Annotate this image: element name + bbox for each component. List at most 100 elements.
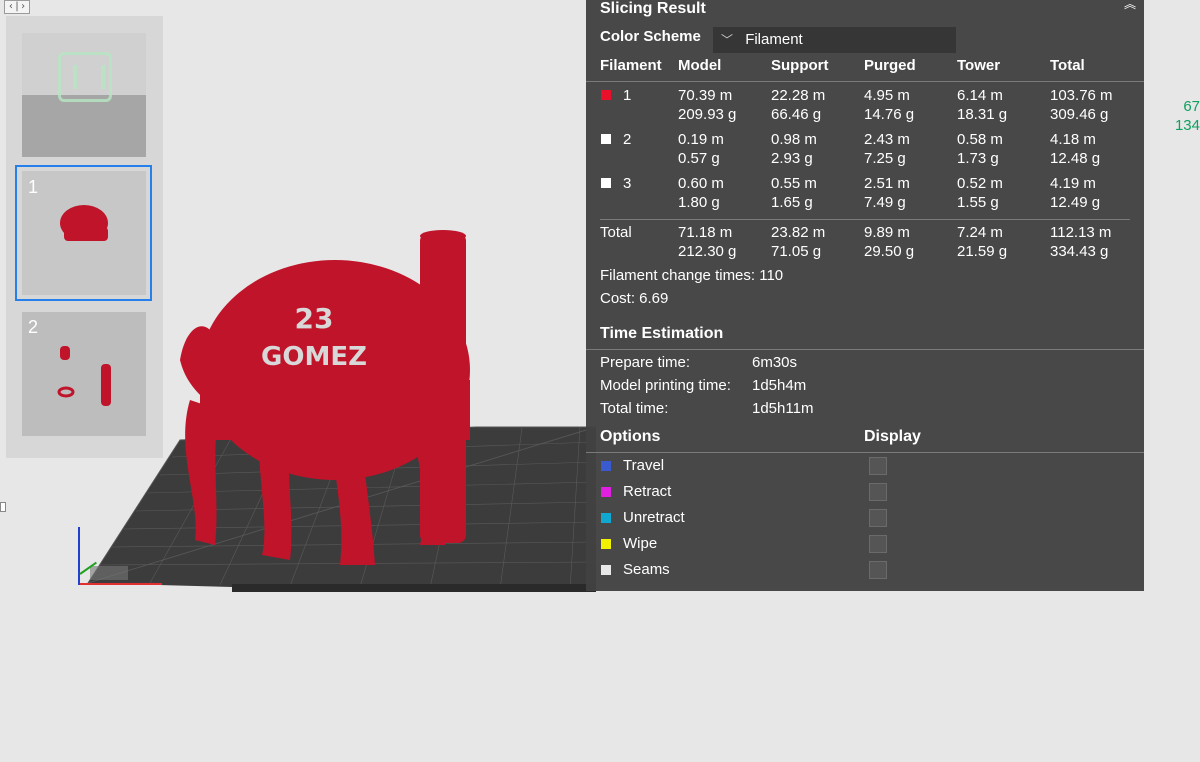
slicing-result-panel: Slicing Result Color Scheme ﹀ Filament F…: [586, 0, 1144, 591]
cell: 9.89 m: [864, 224, 910, 241]
table-header: Filament Model Support Purged Tower Tota…: [586, 57, 1144, 82]
helmet-thumbnail-icon: [60, 205, 108, 241]
model-name-text: GOMEZ: [261, 342, 367, 372]
cell: 0.57 g: [678, 150, 720, 167]
filament-change-times: Filament change times: 110: [600, 267, 784, 284]
cell: 0.52 m: [957, 175, 1003, 192]
option-color-swatch: [601, 487, 611, 497]
cell: 71.18 m: [678, 224, 733, 241]
cell: 1.65 g: [771, 194, 813, 211]
cell: 70.39 m: [678, 87, 733, 104]
display-seams-checkbox[interactable]: [869, 561, 887, 579]
prepare-time-value: 6m30s: [752, 354, 798, 371]
option-color-swatch: [601, 513, 611, 523]
cell: 71.05 g: [771, 243, 822, 260]
section-divider: [586, 349, 1144, 350]
column-header: Purged: [864, 57, 916, 74]
plate-thumbnail-empty[interactable]: [22, 33, 146, 157]
cell: 23.82 m: [771, 224, 826, 241]
option-label: Retract: [623, 483, 672, 500]
cell: 0.19 m: [678, 131, 724, 148]
cell: 18.31 g: [957, 106, 1008, 123]
cell: 4.95 m: [864, 87, 910, 104]
color-scheme-label: Color Scheme: [600, 28, 701, 45]
display-travel-checkbox[interactable]: [869, 457, 887, 475]
option-color-swatch: [601, 565, 611, 575]
model-print-time-value: 1d5h4m: [752, 377, 807, 394]
parts-thumbnail-icon: [57, 346, 111, 406]
cell: 7.24 m: [957, 224, 1003, 241]
right-edge-value: 67: [1183, 98, 1200, 115]
column-header: Tower: [957, 57, 1001, 74]
time-estimation-title: Time Estimation: [600, 325, 724, 342]
table-divider: [600, 219, 1130, 220]
option-color-swatch: [601, 461, 611, 471]
cell: 7.49 g: [864, 194, 906, 211]
filament-id: 3: [623, 175, 632, 192]
display-wipe-checkbox[interactable]: [869, 535, 887, 553]
cell: 7.25 g: [864, 150, 906, 167]
cell: 0.98 m: [771, 131, 817, 148]
cell: 12.48 g: [1050, 150, 1101, 167]
total-row: Total 71.18 m 212.30 g 23.82 m 71.05 g 9.8…: [586, 223, 1144, 263]
cell: 0.58 m: [957, 131, 1003, 148]
color-scheme-dropdown[interactable]: ﹀ Filament: [713, 27, 956, 53]
column-header: Total: [1050, 57, 1085, 74]
model-print-time-label: Model printing time:: [600, 377, 731, 394]
option-label: Wipe: [623, 535, 658, 552]
cell: 4.19 m: [1050, 175, 1096, 192]
cell: 2.43 m: [864, 131, 910, 148]
cell: 14.76 g: [864, 106, 915, 123]
plate-number: 2: [28, 317, 39, 337]
cell: 112.13 m: [1050, 224, 1112, 241]
options-title: Options: [600, 428, 661, 445]
filament-color-swatch: [601, 178, 611, 188]
column-header: Model: [678, 57, 722, 74]
display-retract-checkbox[interactable]: [869, 483, 887, 501]
filament-color-swatch: [601, 134, 611, 144]
option-label: Unretract: [623, 509, 685, 526]
option-label: Seams: [623, 561, 670, 578]
plate-thumbnail-1[interactable]: [22, 171, 146, 295]
filament-id: 2: [623, 131, 632, 148]
cell: 209.93 g: [678, 106, 737, 123]
prepare-time-label: Prepare time:: [600, 354, 691, 371]
model-number-text: 23: [295, 302, 334, 335]
split-view-icon[interactable]: ‹|›: [4, 0, 30, 14]
cell: 21.59 g: [957, 243, 1008, 260]
cell: 212.30 g: [678, 243, 737, 260]
cell: 1.55 g: [957, 194, 999, 211]
filament-id: 1: [623, 87, 632, 104]
plate-placeholder-icon: [58, 52, 112, 102]
table-row: 2 0.19 m 0.57 g 0.98 m 2.93 g 2.43 m 7.25 g…: [586, 130, 1144, 170]
cell: 22.28 m: [771, 87, 826, 104]
cell: 2.93 g: [771, 150, 813, 167]
cost-line: Cost: 6.69: [600, 290, 669, 307]
right-edge-value: 134: [1174, 117, 1200, 134]
column-header: Support: [771, 57, 829, 74]
cell: 0.55 m: [771, 175, 817, 192]
cell: 1.73 g: [957, 150, 999, 167]
filament-color-swatch: [601, 90, 611, 100]
cell: 66.46 g: [771, 106, 822, 123]
plate-thumbnail-2[interactable]: [22, 312, 146, 436]
chevron-down-icon: ﹀: [721, 33, 734, 47]
cell: 6.14 m: [957, 87, 1003, 104]
section-divider: [586, 452, 1144, 453]
total-time-value: 1d5h11m: [752, 400, 814, 417]
cell: 309.46 g: [1050, 106, 1109, 123]
display-title: Display: [864, 428, 921, 445]
edge-handle-icon[interactable]: [0, 502, 6, 512]
double-chevron-up-icon[interactable]: ︽: [1120, 0, 1140, 10]
plate-sidebar: 1 2: [6, 16, 163, 458]
total-time-label: Total time:: [600, 400, 669, 417]
display-unretract-checkbox[interactable]: [869, 509, 887, 527]
table-row: 3 0.60 m 1.80 g 0.55 m 1.65 g 2.51 m 7.49 g…: [586, 174, 1144, 214]
cell: 334.43 g: [1050, 243, 1109, 260]
cell: 29.50 g: [864, 243, 915, 260]
option-label: Travel: [623, 457, 665, 474]
cell: 1.80 g: [678, 194, 720, 211]
cell: 2.51 m: [864, 175, 910, 192]
total-label: Total: [600, 224, 632, 241]
cell: 4.18 m: [1050, 131, 1096, 148]
